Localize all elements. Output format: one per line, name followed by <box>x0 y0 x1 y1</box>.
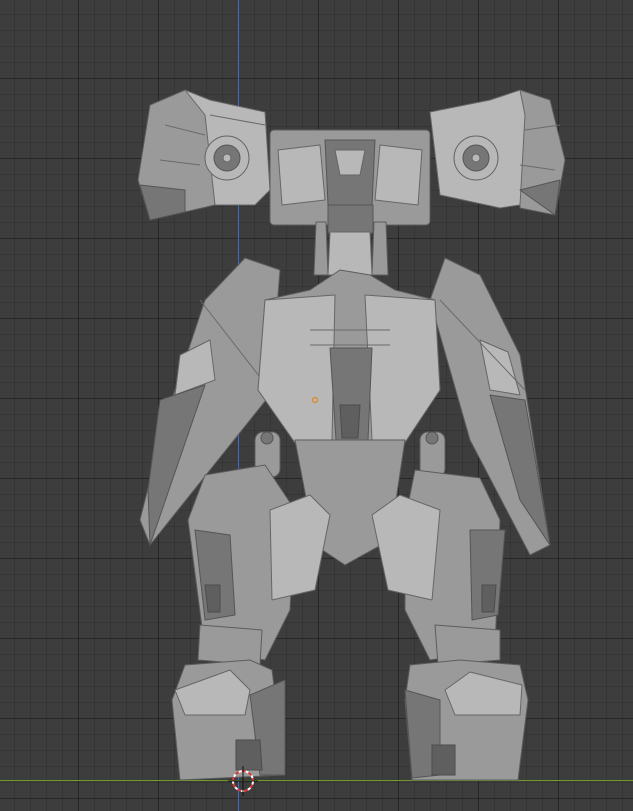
robot-model[interactable] <box>0 0 633 811</box>
left-shoulder-pod[interactable] <box>137 89 271 221</box>
right-shoulder-pod[interactable] <box>429 89 566 216</box>
3d-viewport[interactable] <box>0 0 633 811</box>
head-block[interactable] <box>269 129 431 276</box>
right-leg[interactable] <box>371 469 529 781</box>
left-leg[interactable] <box>171 464 331 781</box>
